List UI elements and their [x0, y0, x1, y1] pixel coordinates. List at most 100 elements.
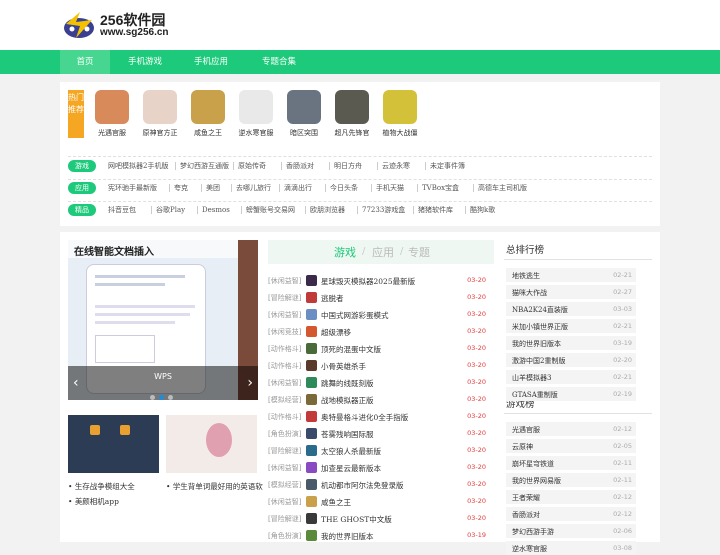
- thumb-caption[interactable]: • 美颜相机app: [68, 496, 119, 507]
- tag-link[interactable]: 谷歌Play: [156, 204, 185, 216]
- list-item[interactable]: [冒险解谜] THE GHOST中文版 03-20: [268, 510, 494, 527]
- rank-item-name[interactable]: 崩坏星穹铁道: [512, 459, 554, 469]
- list-item[interactable]: [模拟经营] 战地模拟器正版 03-20: [268, 391, 494, 408]
- site-logo[interactable]: 256软件园 www.sg256.cn: [62, 8, 172, 42]
- hot-app-item[interactable]: 原神官方正: [138, 90, 182, 138]
- slider-dot[interactable]: [150, 395, 155, 400]
- rank-item[interactable]: 崩坏星穹铁道 02-11: [506, 456, 636, 470]
- slider-dot[interactable]: [168, 395, 173, 400]
- list-item-category[interactable]: [休闲益智]: [268, 497, 301, 507]
- banner-slider[interactable]: 在线智能文档插入 ‹ WPS ›: [68, 240, 258, 400]
- list-item-category[interactable]: [休闲益智]: [268, 463, 301, 473]
- rank-item-name[interactable]: GTASA重制版: [512, 390, 558, 400]
- thumb-caption[interactable]: • 生存战争模组大全: [68, 481, 135, 492]
- list-item-category[interactable]: [动作格斗]: [268, 344, 301, 354]
- thumb-caption[interactable]: • 学生背单词最好用的英语软: [166, 481, 263, 492]
- hot-app-item[interactable]: 暗区突围: [282, 90, 326, 138]
- hot-app-item[interactable]: 咸鱼之王: [186, 90, 230, 138]
- list-item[interactable]: [角色扮演] 苍雾残响国际服 03-20: [268, 425, 494, 442]
- rank-item[interactable]: 香肠派对 02-12: [506, 507, 636, 521]
- rank-item[interactable]: GTASA重制版 02-19: [506, 387, 636, 401]
- rank-item-name[interactable]: 猫咪大作战: [512, 288, 547, 298]
- rank-item[interactable]: NBA2K24直装版 03-03: [506, 302, 636, 316]
- list-item-category[interactable]: [休闲竞技]: [268, 327, 301, 337]
- tag-link[interactable]: 云迹永寒: [382, 160, 410, 172]
- list-item-category[interactable]: [动作格斗]: [268, 412, 301, 422]
- list-item-name[interactable]: 星球毁灭模拟器2025最新版: [321, 276, 415, 287]
- list-item[interactable]: [动作格斗] 顶死的混蛋中文版 03-20: [268, 340, 494, 357]
- list-item-name[interactable]: 中国式网游彩蛋模式: [321, 310, 389, 321]
- thumb-english-apps[interactable]: [166, 415, 257, 473]
- tag-link[interactable]: Desmos: [202, 204, 230, 216]
- tag-link[interactable]: 梦幻西游互通版: [180, 160, 229, 172]
- tag-link[interactable]: 螃蟹账号交易网: [246, 204, 295, 216]
- tab-games[interactable]: 游戏: [334, 244, 356, 260]
- tag-link[interactable]: 滴滴出行: [284, 182, 312, 194]
- tag-link[interactable]: 明日方舟: [334, 160, 362, 172]
- list-item[interactable]: [休闲益智] 加查星云最新版本 03-20: [268, 459, 494, 476]
- list-item-name[interactable]: 顶死的混蛋中文版: [321, 344, 381, 355]
- list-item-name[interactable]: 超级漂移: [321, 327, 351, 338]
- hot-app-item[interactable]: 光遇官服: [90, 90, 134, 138]
- list-item-category[interactable]: [休闲益智]: [268, 310, 301, 320]
- tab-topics[interactable]: 专题: [408, 244, 430, 260]
- rank-item-name[interactable]: 我的世界旧版本: [512, 339, 561, 349]
- list-item-name[interactable]: 机动都市阿尔法免登录版: [321, 480, 404, 491]
- rank-item-name[interactable]: 梦幻西游手游: [512, 527, 554, 537]
- list-item-name[interactable]: 太空狼人杀最新版: [321, 446, 381, 457]
- list-item-name[interactable]: 加查星云最新版本: [321, 463, 381, 474]
- list-item-name[interactable]: 我的世界旧版本: [321, 531, 374, 542]
- rank-item[interactable]: 梦幻西游手游 02-06: [506, 524, 636, 538]
- list-item-category[interactable]: [角色扮演]: [268, 429, 301, 439]
- rank-item-name[interactable]: 香肠派对: [512, 510, 540, 520]
- list-item[interactable]: [冒险解谜] 太空狼人杀最新版 03-20: [268, 442, 494, 459]
- nav-mobile-games[interactable]: 手机游戏: [118, 50, 172, 74]
- list-item-category[interactable]: [休闲益智]: [268, 276, 301, 286]
- list-item-category[interactable]: [冒险解谜]: [268, 446, 301, 456]
- list-item-category[interactable]: [休闲益智]: [268, 378, 301, 388]
- list-item[interactable]: [休闲竞技] 超级漂移 03-20: [268, 323, 494, 340]
- tag-link[interactable]: 去哪儿旅行: [236, 182, 271, 194]
- tag-link[interactable]: 猪猪软件库: [418, 204, 453, 216]
- rank-item-name[interactable]: 地铁逃生: [512, 271, 540, 281]
- rank-item[interactable]: 我的世界旧版本 03-19: [506, 336, 636, 350]
- tag-link[interactable]: 宪环驰手最新版: [108, 182, 157, 194]
- tag-link[interactable]: 77233游戏盒: [362, 204, 405, 216]
- tag-link[interactable]: 手机天猫: [376, 182, 404, 194]
- nav-home[interactable]: 首页: [60, 50, 110, 74]
- list-item-name[interactable]: THE GHOST中文版: [321, 514, 392, 525]
- list-item[interactable]: [冒险解谜] 逃脱者 03-20: [268, 289, 494, 306]
- list-item-name[interactable]: 奥特曼格斗进化0全手指版: [321, 412, 408, 423]
- tag-link[interactable]: 欧朋浏览器: [310, 204, 345, 216]
- nav-topics[interactable]: 专题合集: [252, 50, 306, 74]
- list-item[interactable]: [动作格斗] 小骨英雄杀手 03-20: [268, 357, 494, 374]
- hot-app-item[interactable]: 逆水寒官服: [234, 90, 278, 138]
- tag-link[interactable]: 高德车主司机版: [478, 182, 527, 194]
- rank-item-name[interactable]: 我的世界网易版: [512, 476, 561, 486]
- list-item-category[interactable]: [模拟经营]: [268, 480, 301, 490]
- tag-link[interactable]: 网吧模拟器2手机版: [108, 160, 168, 172]
- tag-link[interactable]: 今日头条: [330, 182, 358, 194]
- rank-item[interactable]: 山羊模拟器3 02-21: [506, 370, 636, 384]
- list-item-name[interactable]: 战地模拟器正版: [321, 395, 374, 406]
- hot-app-item[interactable]: 植物大战僵: [378, 90, 422, 138]
- list-item-name[interactable]: 跳舞的线既刻版: [321, 378, 374, 389]
- tag-link[interactable]: 未定事件簿: [430, 160, 465, 172]
- rank-item[interactable]: 光遇官服 02-12: [506, 422, 636, 436]
- list-item[interactable]: [休闲益智] 星球毁灭模拟器2025最新版 03-20: [268, 272, 494, 289]
- chevron-right-icon[interactable]: ›: [247, 376, 253, 390]
- rank-item-name[interactable]: 光遇官服: [512, 425, 540, 435]
- rank-item-name[interactable]: 山羊模拟器3: [512, 373, 551, 383]
- list-item-category[interactable]: [动作格斗]: [268, 361, 301, 371]
- slider-dot-active[interactable]: [159, 395, 164, 400]
- rank-item-name[interactable]: 云原神: [512, 442, 533, 452]
- list-item[interactable]: [角色扮演] 我的世界旧版本 03-19: [268, 527, 494, 544]
- list-item[interactable]: [动作格斗] 奥特曼格斗进化0全手指版 03-20: [268, 408, 494, 425]
- list-item-category[interactable]: [冒险解谜]: [268, 293, 301, 303]
- rank-item[interactable]: 猫咪大作战 02-27: [506, 285, 636, 299]
- rank-item[interactable]: 米加小镇世界正版 02-21: [506, 319, 636, 333]
- list-item[interactable]: [模拟经营] 机动都市阿尔法免登录版 03-20: [268, 476, 494, 493]
- rank-item[interactable]: 王者荣耀 02-12: [506, 490, 636, 504]
- tab-apps[interactable]: 应用: [372, 244, 394, 260]
- list-item[interactable]: [休闲益智] 跳舞的线既刻版 03-20: [268, 374, 494, 391]
